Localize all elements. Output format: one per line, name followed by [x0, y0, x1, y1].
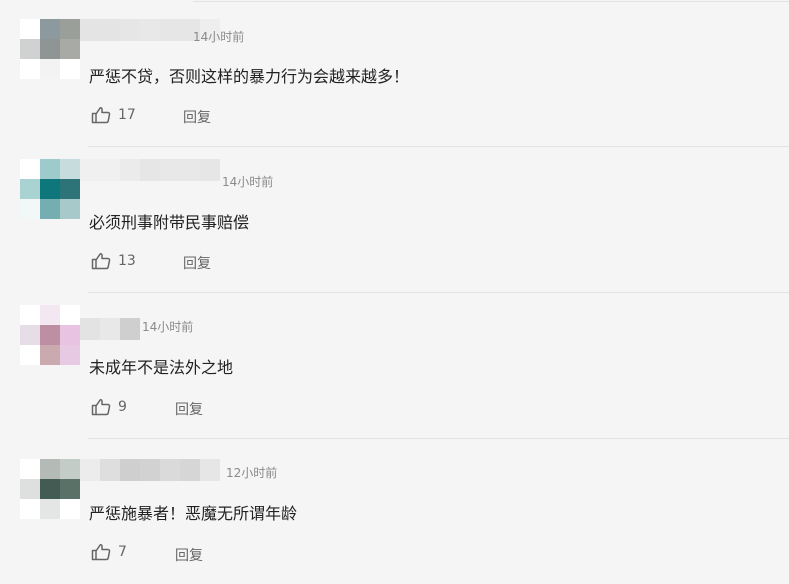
- avatar-mosaic-cell: [60, 479, 80, 499]
- comment-time: 14小时前: [193, 30, 245, 44]
- username-mosaic-cell: [80, 318, 100, 340]
- avatar-mosaic-cell: [40, 179, 60, 199]
- avatar-mosaic-cell: [40, 479, 60, 499]
- avatar-mosaic-cell: [20, 39, 40, 59]
- thumbs-up-icon: [91, 398, 111, 416]
- like-button[interactable]: 7: [91, 543, 127, 561]
- avatar-mosaic-cell: [60, 499, 80, 519]
- comment-item: 14小时前 严惩不贷，否则这样的暴力行为会越来越多！ 17 回复: [0, 0, 789, 146]
- username-mosaic-cell: [120, 318, 140, 340]
- username-mosaic-cell: [160, 159, 180, 181]
- like-button[interactable]: 13: [91, 252, 136, 270]
- like-count: 9: [118, 399, 127, 415]
- avatar-mosaic-cell: [40, 325, 60, 345]
- comment-text: 严惩不贷，否则这样的暴力行为会越来越多！: [89, 67, 410, 86]
- avatar-mosaic-cell: [40, 159, 60, 179]
- avatar-mosaic-cell: [20, 59, 40, 79]
- avatar-mosaic-cell: [20, 479, 40, 499]
- username-mosaic-cell: [80, 459, 100, 481]
- thumbs-up-icon: [91, 252, 111, 270]
- avatar[interactable]: [20, 305, 80, 365]
- like-count: 17: [118, 107, 136, 123]
- avatar-mosaic-cell: [40, 345, 60, 365]
- comment-text: 必须刑事附带民事赔偿: [89, 213, 250, 232]
- username-blurred[interactable]: [80, 19, 220, 41]
- avatar-mosaic-cell: [20, 325, 40, 345]
- username-mosaic-cell: [140, 459, 160, 481]
- avatar-mosaic-cell: [60, 179, 80, 199]
- username-mosaic-cell: [200, 459, 220, 481]
- reply-button[interactable]: 回复: [183, 253, 211, 273]
- comment-item: 14小时前 未成年不是法外之地 9 回复: [0, 292, 789, 438]
- reply-button[interactable]: 回复: [183, 107, 211, 127]
- avatar-mosaic-cell: [20, 179, 40, 199]
- like-count: 7: [118, 544, 127, 560]
- avatar[interactable]: [20, 459, 80, 519]
- avatar-mosaic-cell: [60, 459, 80, 479]
- comment-time: 14小时前: [222, 175, 274, 189]
- username-mosaic-cell: [120, 19, 140, 41]
- username-mosaic-cell: [180, 459, 200, 481]
- username-mosaic-cell: [100, 159, 120, 181]
- avatar[interactable]: [20, 19, 80, 79]
- username-mosaic-cell: [200, 159, 220, 181]
- avatar-mosaic-cell: [40, 19, 60, 39]
- comment-time: 12小时前: [226, 466, 278, 480]
- avatar-mosaic-cell: [40, 305, 60, 325]
- avatar-mosaic-cell: [20, 345, 40, 365]
- username-blurred[interactable]: [80, 318, 140, 340]
- like-count: 13: [118, 253, 136, 269]
- reply-button[interactable]: 回复: [175, 399, 203, 419]
- username-mosaic-cell: [100, 459, 120, 481]
- avatar-mosaic-cell: [60, 39, 80, 59]
- avatar-mosaic-cell: [60, 159, 80, 179]
- comment-text: 严惩施暴者！恶魔无所谓年龄: [89, 504, 298, 523]
- username-mosaic-cell: [160, 459, 180, 481]
- avatar-mosaic-cell: [20, 499, 40, 519]
- username-mosaic-cell: [120, 159, 140, 181]
- avatar-mosaic-cell: [20, 199, 40, 219]
- username-blurred[interactable]: [80, 459, 220, 481]
- username-mosaic-cell: [160, 19, 180, 41]
- like-button[interactable]: 9: [91, 398, 127, 416]
- avatar-mosaic-cell: [60, 305, 80, 325]
- avatar-mosaic-cell: [60, 19, 80, 39]
- username-mosaic-cell: [100, 19, 120, 41]
- username-mosaic-cell: [140, 159, 160, 181]
- avatar-mosaic-cell: [40, 39, 60, 59]
- like-button[interactable]: 17: [91, 106, 136, 124]
- thumbs-up-icon: [91, 543, 111, 561]
- avatar-mosaic-cell: [60, 345, 80, 365]
- avatar-mosaic-cell: [20, 19, 40, 39]
- username-mosaic-cell: [140, 19, 160, 41]
- comment-item: 12小时前 严惩施暴者！恶魔无所谓年龄 7 回复: [0, 438, 789, 584]
- comment-item: 14小时前 必须刑事附带民事赔偿 13 回复: [0, 146, 789, 292]
- username-mosaic-cell: [100, 318, 120, 340]
- comment-text: 未成年不是法外之地: [89, 358, 234, 377]
- username-blurred[interactable]: [80, 159, 220, 181]
- avatar-mosaic-cell: [40, 499, 60, 519]
- avatar-mosaic-cell: [60, 199, 80, 219]
- thumbs-up-icon: [91, 106, 111, 124]
- comment-time: 14小时前: [142, 320, 194, 334]
- avatar-mosaic-cell: [60, 325, 80, 345]
- username-mosaic-cell: [180, 159, 200, 181]
- reply-button[interactable]: 回复: [175, 545, 203, 565]
- avatar-mosaic-cell: [40, 199, 60, 219]
- avatar[interactable]: [20, 159, 80, 219]
- avatar-mosaic-cell: [20, 159, 40, 179]
- avatar-mosaic-cell: [40, 459, 60, 479]
- username-mosaic-cell: [80, 159, 100, 181]
- avatar-mosaic-cell: [40, 59, 60, 79]
- username-mosaic-cell: [120, 459, 140, 481]
- avatar-mosaic-cell: [20, 305, 40, 325]
- avatar-mosaic-cell: [20, 459, 40, 479]
- username-mosaic-cell: [80, 19, 100, 41]
- avatar-mosaic-cell: [60, 59, 80, 79]
